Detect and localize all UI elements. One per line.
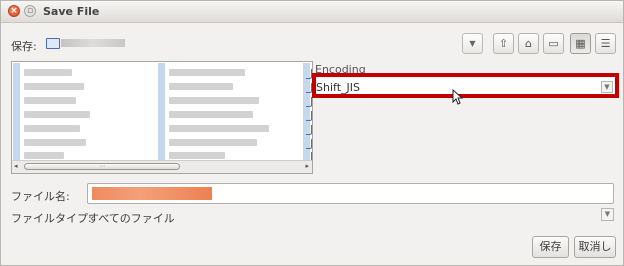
list-item[interactable] xyxy=(169,69,245,76)
list-item[interactable] xyxy=(169,97,259,104)
new-folder-button[interactable]: ▭ xyxy=(543,33,564,54)
location-dropdown-button[interactable]: ▼ xyxy=(462,33,483,54)
icon-view-icon: ▦ xyxy=(575,37,586,50)
scroll-right-icon[interactable]: ▸ xyxy=(305,162,309,170)
title-bar: × ▫ Save File xyxy=(1,1,623,23)
new-folder-icon: ▭ xyxy=(548,37,559,50)
list-item-marker xyxy=(13,63,20,161)
folder-icon xyxy=(46,38,60,49)
document-icon xyxy=(306,97,312,107)
maximize-icon[interactable]: ▫ xyxy=(24,5,36,17)
list-item[interactable] xyxy=(24,139,86,146)
document-icon xyxy=(306,125,312,135)
save-file-dialog: × ▫ Save File 保存: ▼ ⇧ ⌂ ▭ ▦ ☰ ◂ ⋯ ▸ Enco… xyxy=(0,0,624,266)
filetype-select[interactable]: すべてのファイル xyxy=(88,210,175,226)
chevron-down-icon[interactable]: ▼ xyxy=(601,208,614,221)
list-item[interactable] xyxy=(169,139,257,146)
scroll-left-icon[interactable]: ◂ xyxy=(14,162,18,170)
list-item[interactable] xyxy=(24,97,76,104)
file-list[interactable]: ◂ ⋯ ▸ xyxy=(11,61,313,174)
cancel-button[interactable]: 取消し xyxy=(574,236,616,258)
scrollbar-thumb[interactable]: ⋯ xyxy=(24,163,180,170)
filename-label: ファイル名: xyxy=(11,190,70,203)
list-view-button[interactable]: ☰ xyxy=(595,33,616,54)
list-item[interactable] xyxy=(169,125,269,132)
icon-view-button[interactable]: ▦ xyxy=(570,33,591,54)
filename-selected-text xyxy=(92,187,212,200)
document-icon xyxy=(306,111,312,121)
save-in-label: 保存: xyxy=(11,40,37,53)
close-icon[interactable]: × xyxy=(8,5,20,17)
list-item[interactable] xyxy=(169,152,225,159)
highlight-frame xyxy=(312,73,619,98)
parent-folder-icon: ⇧ xyxy=(498,37,509,50)
save-button[interactable]: 保存 xyxy=(532,236,569,258)
list-item[interactable] xyxy=(24,111,90,118)
filetype-label: ファイルタイプ: xyxy=(11,212,92,225)
current-folder-path[interactable] xyxy=(61,39,125,47)
document-icon xyxy=(306,139,312,149)
list-item[interactable] xyxy=(24,69,72,76)
horizontal-scrollbar[interactable]: ◂ ⋯ ▸ xyxy=(12,160,312,173)
list-item[interactable] xyxy=(24,83,84,90)
list-view-icon: ☰ xyxy=(600,37,611,50)
window-title: Save File xyxy=(43,5,100,18)
list-item[interactable] xyxy=(24,125,80,132)
filename-input[interactable] xyxy=(87,183,614,204)
list-item-marker xyxy=(158,63,165,161)
parent-folder-button[interactable]: ⇧ xyxy=(493,33,514,54)
list-item[interactable] xyxy=(169,111,253,118)
home-icon: ⌂ xyxy=(525,37,532,50)
list-item[interactable] xyxy=(24,152,64,159)
list-item[interactable] xyxy=(169,83,233,90)
home-button[interactable]: ⌂ xyxy=(518,33,539,54)
mouse-cursor-icon xyxy=(452,89,463,105)
